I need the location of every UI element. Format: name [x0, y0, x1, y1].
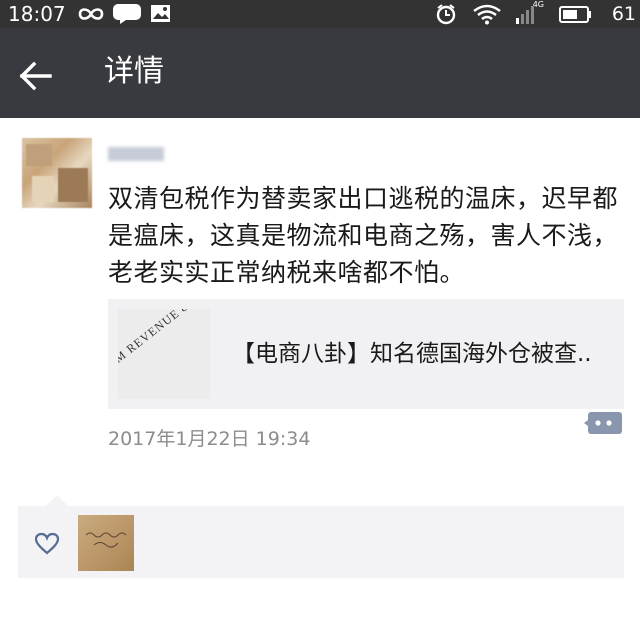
liker-avatar[interactable]: [78, 515, 134, 571]
thumbnail-text: M REVENUE & CUSTOMS: [118, 309, 210, 366]
link-title: 【电商八卦】知名德国海外仓被查..: [232, 341, 592, 367]
alarm-icon: [436, 4, 456, 25]
status-notification-icons: [78, 4, 170, 24]
status-bar: 18:07 61 4G: [0, 0, 640, 28]
shared-link-card[interactable]: M REVENUE & CUSTOMS 【电商八卦】知名德国海外仓被查..: [108, 299, 624, 409]
status-time: 18:07: [8, 2, 66, 26]
back-button[interactable]: [14, 54, 58, 98]
heart-outline-icon: [34, 532, 60, 555]
back-arrow-icon: [19, 61, 52, 91]
wifi-icon: [473, 4, 501, 25]
likes-area: [18, 495, 624, 578]
title-bar: 详情: [0, 28, 640, 118]
comment-dots-icon: [584, 412, 622, 434]
battery-level: 61: [611, 3, 636, 25]
likes-area-pointer: [46, 495, 68, 506]
moment-detail: 双清包税作为替卖家出口逃税的温床，迟早都是瘟床，这真是物流和电商之殇，害人不浅，…: [0, 118, 640, 643]
post-timestamp: 2017年1月22日 19:34: [108, 428, 311, 450]
link-thumbnail: M REVENUE & CUSTOMS: [118, 309, 210, 399]
post-text: 双清包税作为替卖家出口逃税的温床，迟早都是瘟床，这真是物流和电商之殇，害人不浅，…: [108, 184, 619, 287]
author-name-blurred[interactable]: [108, 144, 170, 164]
battery-icon: [559, 6, 591, 23]
signal-icon: [516, 6, 534, 24]
liker-avatar-scribble: [85, 532, 127, 548]
infinity-icon: [78, 8, 104, 20]
comment-button[interactable]: [584, 408, 624, 438]
avatar[interactable]: [22, 138, 92, 208]
image-notification-icon: [151, 5, 170, 22]
chat-bubble-icon: [113, 4, 141, 24]
network-type-label: 4G: [532, 0, 544, 9]
page-title: 详情: [104, 54, 164, 89]
